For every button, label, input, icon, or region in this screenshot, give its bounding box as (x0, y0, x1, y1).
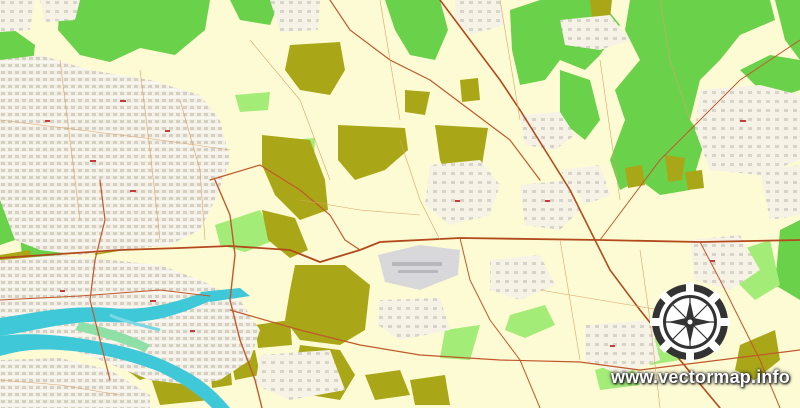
compass-gear-icon (650, 282, 730, 362)
watermark-text[interactable]: www.vectormap.info (611, 367, 790, 388)
map-graphic (0, 0, 800, 408)
map-canvas[interactable]: www.vectormap.info (0, 0, 800, 408)
